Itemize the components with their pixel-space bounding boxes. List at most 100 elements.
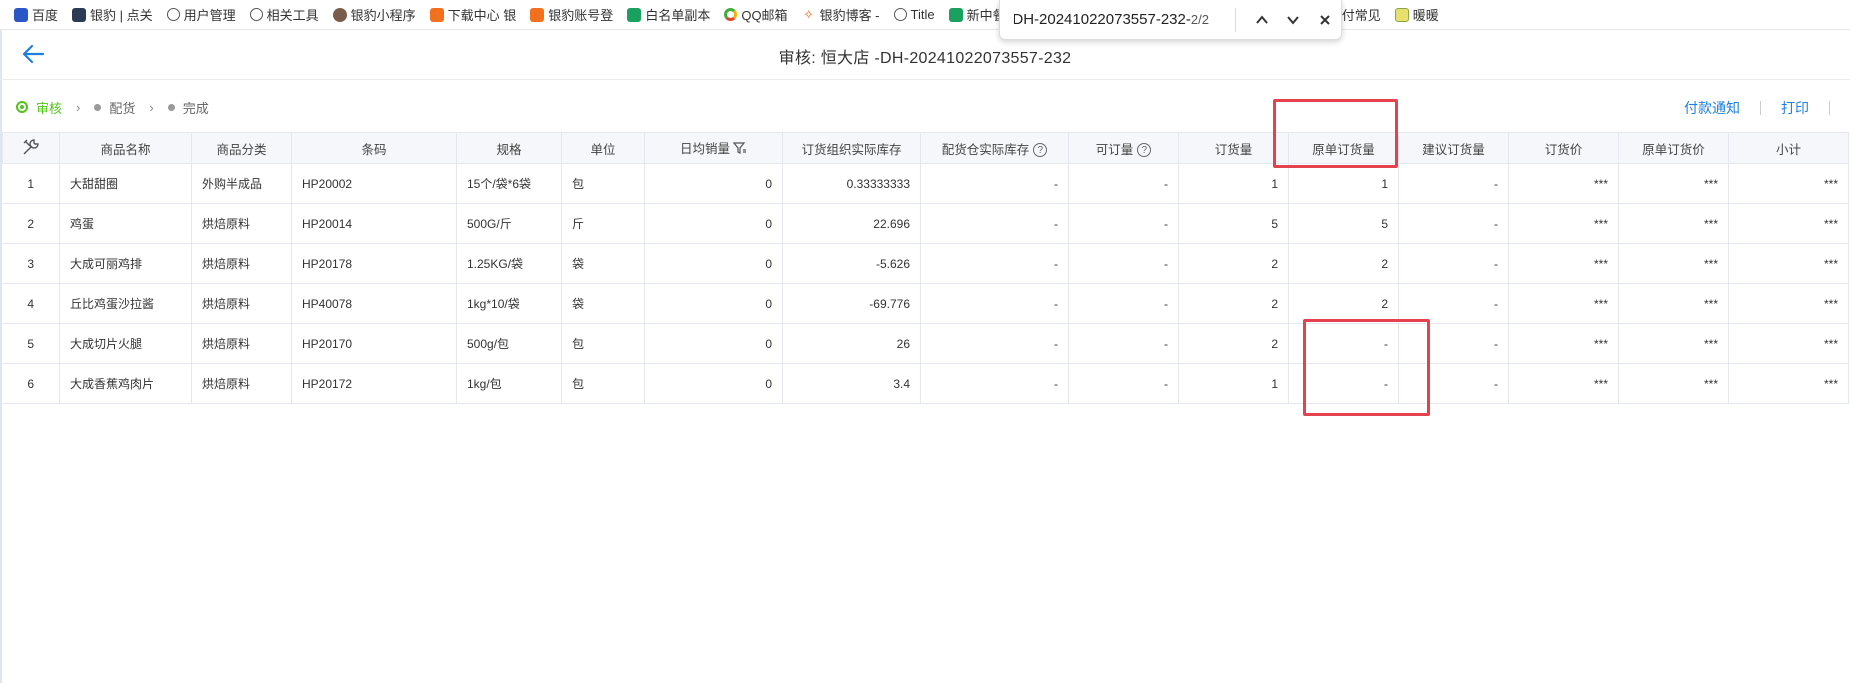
table-cell: *** xyxy=(1728,363,1849,404)
table-cell: *** xyxy=(1508,163,1619,204)
column-header-label: 原单订货价 xyxy=(1642,142,1705,157)
bookmark-item[interactable]: 银豹 | 点关 xyxy=(72,5,153,24)
bookmark-label: 用户管理 xyxy=(183,8,236,23)
table-row[interactable]: 5 大成切片火腿 烘焙原料 HP20170 500g/包包 0 26- -2- - *** *** *… xyxy=(2,323,1849,364)
filter-icon[interactable] xyxy=(732,141,747,158)
step-item: 完成 xyxy=(167,98,209,117)
orange-logo-icon xyxy=(530,7,545,22)
table-cell: 1.25KG/袋 xyxy=(456,243,562,284)
step-dot-icon xyxy=(16,101,28,113)
table-cell: - xyxy=(1068,243,1179,284)
help-icon[interactable]: ? xyxy=(1137,143,1152,158)
table-cell: 1 xyxy=(1178,363,1289,404)
table-cell: -5.626 xyxy=(782,243,921,284)
step-dot-icon xyxy=(94,103,102,111)
table-cell: HP20170 xyxy=(291,323,457,364)
column-settings-button[interactable] xyxy=(2,132,60,164)
table-cell: *** xyxy=(1618,243,1729,284)
column-header-label: 商品名称 xyxy=(100,142,151,157)
table-cell: 1kg*10/袋 xyxy=(456,283,562,324)
bookmark-label: 暖暖 xyxy=(1412,8,1439,23)
table-cell: - xyxy=(1068,323,1179,364)
bookmark-label: 百度 xyxy=(32,8,59,23)
table-cell: 26 xyxy=(782,323,921,364)
column-header-label: 订货价 xyxy=(1544,142,1583,157)
table-cell: 袋 xyxy=(561,243,645,284)
column-header-label: 规格 xyxy=(496,142,522,157)
table-cell: 1 xyxy=(1288,163,1399,204)
table-cell: *** xyxy=(1728,243,1849,284)
table-cell: *** xyxy=(1508,323,1619,364)
bookmark-item[interactable]: 下载中心 银 xyxy=(429,5,517,24)
table-cell: - xyxy=(1398,283,1509,324)
bookmark-item[interactable]: Title xyxy=(893,7,935,22)
print-link[interactable]: 打印 xyxy=(1781,98,1809,118)
bookmark-item[interactable]: 暖暖 xyxy=(1394,5,1439,24)
table-row[interactable]: 2 鸡蛋 烘焙原料 HP20014 500G/斤斤 0 22.696- -5 5- *** *** *… xyxy=(2,203,1849,244)
table-row[interactable]: 1 大甜甜圈 外购半成品 HP20002 15个/袋*6袋包 0 0.33333333- -1… xyxy=(2,163,1849,204)
table-cell: - xyxy=(1068,283,1179,324)
table-cell: 3.4 xyxy=(782,363,921,404)
table-cell: 0 xyxy=(644,163,783,204)
table-cell: *** xyxy=(1508,203,1619,244)
bookmark-item[interactable]: 白名单副本 xyxy=(627,5,710,24)
action-divider xyxy=(1829,101,1830,115)
column-header-label: 日均销量 xyxy=(679,141,730,156)
bookmark-label: 银豹账号登 xyxy=(548,8,614,23)
bookmark-item[interactable]: 银豹账号登 xyxy=(530,5,613,24)
table-cell: 包 xyxy=(561,163,645,204)
table-cell: 4 xyxy=(2,283,60,324)
bookmark-label: 白名单副本 xyxy=(645,8,711,23)
bookmark-item[interactable]: 用户管理 xyxy=(166,5,236,24)
find-next-button[interactable] xyxy=(1277,4,1309,36)
table-cell: 1 xyxy=(2,163,60,204)
find-close-button[interactable] xyxy=(1309,4,1341,36)
find-divider xyxy=(1234,7,1236,32)
table-cell: 0 xyxy=(644,203,783,244)
bookmark-item[interactable]: ✧ 银豹博客 - xyxy=(802,5,879,24)
table-cell: - xyxy=(1398,163,1509,204)
column-header: 订货组织实际库存 xyxy=(782,132,921,164)
bookmark-item[interactable]: QQ邮箱 xyxy=(724,5,788,24)
table-cell: - xyxy=(920,323,1069,364)
table-cell: 2 xyxy=(1288,243,1399,284)
table-cell: 22.696 xyxy=(782,203,921,244)
column-header: 建议订货量 xyxy=(1398,132,1509,164)
bookmark-item[interactable]: 相关工具 xyxy=(249,5,319,24)
step-dot-icon xyxy=(167,103,175,111)
table-cell: - xyxy=(1398,203,1509,244)
table-row[interactable]: 6 大成香蕉鸡肉片 烘焙原料 HP20172 1kg/包包 0 3.4- -1- - *** ***… xyxy=(2,363,1849,404)
column-header: 商品分类 xyxy=(191,132,292,164)
table-cell: 2 xyxy=(2,203,60,244)
table-cell: 5 xyxy=(1178,203,1289,244)
step-label: 审核 xyxy=(36,100,63,116)
table-cell: 5 xyxy=(2,323,60,364)
bookmark-label: 下载中心 银 xyxy=(447,8,517,23)
find-input[interactable]: -DH-20241022073557-232 xyxy=(1014,11,1191,28)
find-previous-button[interactable] xyxy=(1246,4,1278,36)
table-cell: 0 xyxy=(644,323,783,364)
table-cell: - xyxy=(920,163,1069,204)
column-header: 配货仓实际库存? xyxy=(920,132,1069,164)
step-label: 配货 xyxy=(109,100,136,116)
column-header: 单位 xyxy=(561,132,645,164)
table-cell: 丘比鸡蛋沙拉酱 xyxy=(59,283,192,324)
table-row[interactable]: 3 大成可丽鸡排 烘焙原料 HP20178 1.25KG/袋袋 0 -5.626- -2 2- *… xyxy=(2,243,1849,284)
table-cell: 烘焙原料 xyxy=(191,323,292,364)
help-icon[interactable]: ? xyxy=(1033,143,1048,158)
table-cell: 500G/斤 xyxy=(456,203,562,244)
table-cell: 2 xyxy=(1178,283,1289,324)
header-actions: 付款通知 打印 xyxy=(1684,98,1850,118)
table-row[interactable]: 4 丘比鸡蛋沙拉酱 烘焙原料 HP40078 1kg*10/袋袋 0 -69.776- -2 2… xyxy=(2,283,1849,324)
table-cell: *** xyxy=(1728,323,1849,364)
bookmark-item[interactable]: 银豹小程序 xyxy=(332,5,416,24)
table-cell: 大成切片火腿 xyxy=(59,323,192,364)
bookmark-label: Title xyxy=(910,7,935,22)
payment-notice-link[interactable]: 付款通知 xyxy=(1684,98,1740,118)
qq-mail-icon xyxy=(724,8,738,21)
table-cell: 大成可丽鸡排 xyxy=(59,243,192,284)
table-cell: - xyxy=(1398,243,1509,284)
column-header-label: 配货仓实际库存 xyxy=(941,142,1030,157)
bookmark-label: 银豹小程序 xyxy=(350,8,416,23)
bookmark-item[interactable]: 百度 xyxy=(14,5,58,24)
